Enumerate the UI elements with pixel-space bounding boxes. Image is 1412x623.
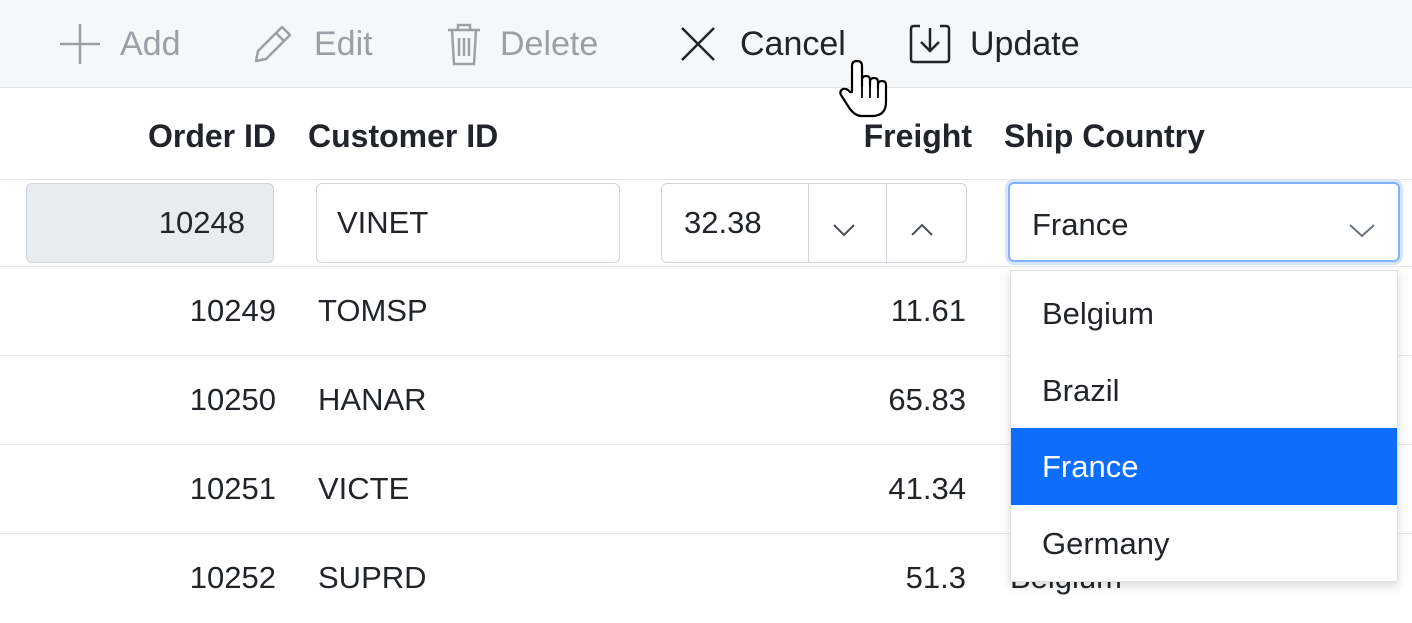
customer-id-value: VINET	[337, 205, 429, 240]
grid-toolbar: Add Edit Delete Cancel Update	[0, 0, 1412, 88]
chevron-up-icon[interactable]	[910, 212, 934, 248]
pencil-icon	[248, 19, 298, 69]
close-icon	[676, 22, 720, 66]
freight-cell: 51.3	[905, 560, 966, 595]
trash-icon	[444, 20, 484, 68]
order-id-cell: 10249	[189, 293, 276, 328]
dropdown-option-france[interactable]: France	[1011, 428, 1397, 505]
chevron-down-icon[interactable]	[1348, 212, 1376, 248]
order-id-field: 10248	[26, 183, 274, 263]
add-button[interactable]: Add	[56, 0, 181, 88]
dropdown-option-belgium[interactable]: Belgium	[1011, 275, 1397, 352]
customer-id-cell: HANAR	[318, 382, 427, 417]
update-button[interactable]: Update	[906, 0, 1080, 88]
customer-id-field[interactable]: VINET	[316, 183, 620, 263]
order-id-value: 10248	[158, 205, 245, 240]
chevron-down-icon[interactable]	[832, 212, 856, 248]
header-ship-country[interactable]: Ship Country	[1004, 88, 1205, 180]
freight-cell: 41.34	[888, 471, 966, 506]
freight-cell: 11.61	[890, 293, 966, 328]
add-label: Add	[120, 24, 181, 63]
edit-label: Edit	[314, 24, 373, 63]
dropdown-option-brazil[interactable]: Brazil	[1011, 352, 1397, 429]
ship-country-popup: Belgium Brazil France Germany	[1010, 270, 1398, 582]
customer-id-cell: SUPRD	[318, 560, 427, 595]
edit-button[interactable]: Edit	[248, 0, 373, 88]
header-customer-id[interactable]: Customer ID	[308, 88, 498, 180]
cancel-label: Cancel	[740, 24, 846, 63]
order-id-cell: 10251	[189, 471, 276, 506]
freight-cell: 65.83	[888, 382, 966, 417]
customer-id-cell: VICTE	[318, 471, 410, 506]
plus-icon	[56, 20, 104, 68]
order-id-cell: 10252	[189, 560, 276, 595]
hand-pointer-icon	[838, 58, 890, 120]
ship-country-dropdown[interactable]: France	[1008, 182, 1400, 262]
ship-country-value: France	[1032, 207, 1129, 242]
dropdown-option-germany[interactable]: Germany	[1011, 505, 1397, 582]
order-id-cell: 10250	[189, 382, 276, 417]
edit-row: 10248 VINET 32.38 France	[0, 180, 1412, 266]
delete-label: Delete	[500, 24, 599, 63]
freight-numeric-field[interactable]: 32.38	[661, 183, 967, 263]
save-icon	[906, 20, 954, 68]
cancel-button[interactable]: Cancel	[676, 0, 846, 88]
update-label: Update	[970, 24, 1080, 63]
header-freight[interactable]: Freight	[700, 88, 972, 180]
delete-button[interactable]: Delete	[444, 0, 598, 88]
freight-value: 32.38	[684, 205, 762, 240]
customer-id-cell: TOMSP	[318, 293, 428, 328]
header-order-id[interactable]: Order ID	[0, 88, 276, 180]
